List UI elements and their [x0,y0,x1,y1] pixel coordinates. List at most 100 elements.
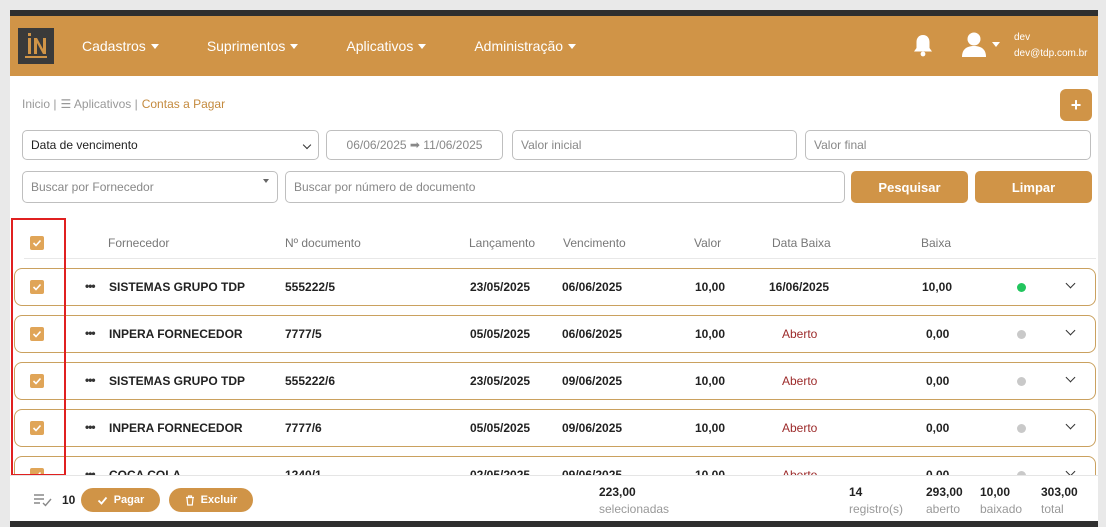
col-fornecedor[interactable]: Fornecedor [108,236,169,250]
cell-lancamento: 23/05/2025 [470,374,531,388]
caret-down-icon [992,42,1000,47]
fornecedor-select[interactable]: Buscar por Fornecedor [22,171,278,203]
cell-valor: 10,00 [695,280,726,294]
cell-fornecedor: INPERA FORNECEDOR [109,327,243,341]
caret-down-icon [568,44,577,49]
status-dot-icon [1017,424,1026,433]
documento-placeholder: Buscar por número de documento [294,180,476,194]
user-email: dev@tdp.com.br [1014,48,1088,59]
nav-suprimentos[interactable]: Suprimentos [207,38,299,54]
col-vencimento[interactable]: Vencimento [563,236,626,250]
breadcrumb-home[interactable]: Inicio | [22,97,56,111]
total-value: 303,00 [1041,485,1078,499]
user-menu[interactable] [960,30,1000,58]
cell-vencimento: 09/06/2025 [562,421,623,435]
row-checkbox[interactable] [30,421,44,435]
row-checkbox[interactable] [30,374,44,388]
cell-baixa: 0,00 [926,421,950,435]
cell-vencimento: 06/06/2025 [562,280,623,294]
more-options-icon[interactable]: ••• [85,420,96,434]
app-frame: Cadastros Suprimentos Aplicativos Admini… [10,10,1098,527]
documento-search-input[interactable]: Buscar por número de documento [285,171,845,203]
cell-fornecedor: SISTEMAS GRUPO TDP [109,374,246,388]
col-data-baixa[interactable]: Data Baixa [772,236,831,250]
nav-cadastros[interactable]: Cadastros [82,38,159,54]
cell-baixa: 10,00 [922,280,953,294]
date-type-value: Data de vencimento [31,138,138,152]
bell-icon[interactable] [912,33,934,62]
total-label: total [1041,502,1064,516]
check-icon [32,377,42,385]
excluir-label: Excluir [200,494,238,506]
cell-lancamento: 23/05/2025 [470,280,531,294]
cell-fornecedor: SISTEMAS GRUPO TDP [109,280,246,294]
chevron-down-icon[interactable] [1065,372,1076,383]
cell-data-baixa: Aberto [782,374,818,388]
chevron-down-icon[interactable] [1065,419,1076,430]
col-lancamento[interactable]: Lançamento [469,236,535,250]
cell-baixa: 0,00 [926,374,950,388]
breadcrumb: Inicio | ☰ Aplicativos | Contas a Pagar [22,97,225,111]
col-baixa[interactable]: Baixa [921,236,951,250]
main-nav: Cadastros Suprimentos Aplicativos Admini… [82,16,624,76]
add-button[interactable]: + [1060,89,1092,121]
cell-lancamento: 05/05/2025 [470,421,531,435]
baixado-label: baixado [980,502,1023,516]
pagar-button[interactable]: Pagar [81,488,160,512]
select-all-checkbox[interactable] [30,236,44,250]
valor-inicial-input[interactable]: Valor inicial [512,130,797,160]
check-icon [32,330,42,338]
nav-label: Administração [474,38,564,54]
status-dot-icon [1017,330,1026,339]
valor-final-input[interactable]: Valor final [805,130,1091,160]
chevron-down-icon [302,140,312,150]
more-options-icon[interactable]: ••• [85,279,96,293]
nav-aplicativos[interactable]: Aplicativos [346,38,427,54]
cell-data-baixa: 16/06/2025 [769,280,830,294]
baixado-value: 10,00 [980,485,1011,499]
caret-down-icon [290,44,299,49]
pesquisar-button[interactable]: Pesquisar [851,171,968,203]
caret-down-icon [150,44,159,49]
breadcrumb-apps[interactable]: ☰ Aplicativos | [60,97,137,111]
table-row[interactable]: ••• SISTEMAS GRUPO TDP 555222/6 23/05/20… [14,362,1096,400]
chevron-down-icon[interactable] [1065,278,1076,289]
date-type-select[interactable]: Data de vencimento [22,130,319,160]
valor-final-placeholder: Valor final [814,138,867,152]
more-options-icon[interactable]: ••• [85,373,96,387]
footer-bar: 10 Pagar Excluir 223,00 selecionadas 14 … [10,475,1098,527]
status-dot-icon [1017,283,1026,292]
chevron-down-icon[interactable] [1065,325,1076,336]
nav-administracao[interactable]: Administração [474,38,577,54]
row-checkbox[interactable] [30,280,44,294]
excluir-button[interactable]: Excluir [169,488,253,512]
cell-vencimento: 06/06/2025 [562,327,623,341]
cell-data-baixa: Aberto [782,421,818,435]
table-row[interactable]: ••• INPERA FORNECEDOR 7777/5 05/05/2025 … [14,315,1096,353]
more-options-icon[interactable]: ••• [85,326,96,340]
limpar-button[interactable]: Limpar [975,171,1092,203]
breadcrumb-current: Contas a Pagar [141,97,226,111]
fornecedor-placeholder: Buscar por Fornecedor [31,180,154,194]
aberto-value: 293,00 [926,485,963,499]
table-row[interactable]: ••• SISTEMAS GRUPO TDP 555222/5 23/05/20… [14,268,1096,306]
col-valor[interactable]: Valor [694,236,721,250]
app-logo[interactable] [18,28,54,64]
cell-data-baixa: Aberto [782,327,818,341]
aberto-label: aberto [926,502,961,516]
status-dot-icon [1017,377,1026,386]
trash-icon [185,494,194,506]
pagar-label: Pagar [113,494,145,506]
bottom-strip [10,521,1098,527]
cell-documento: 7777/6 [285,421,322,435]
caret-down-icon [263,179,269,183]
col-documento[interactable]: Nº documento [285,236,361,250]
checklist-icon [34,494,52,507]
row-checkbox[interactable] [30,327,44,341]
cell-documento: 7777/5 [285,327,322,341]
table-header: Fornecedor Nº documento Lançamento Venci… [10,228,1098,258]
check-icon [32,424,42,432]
date-range-field[interactable]: 06/06/2025 ➡ 11/06/2025 [326,130,503,160]
table-row[interactable]: ••• INPERA FORNECEDOR 7777/6 05/05/2025 … [14,409,1096,447]
registros-value: 14 [849,485,863,499]
